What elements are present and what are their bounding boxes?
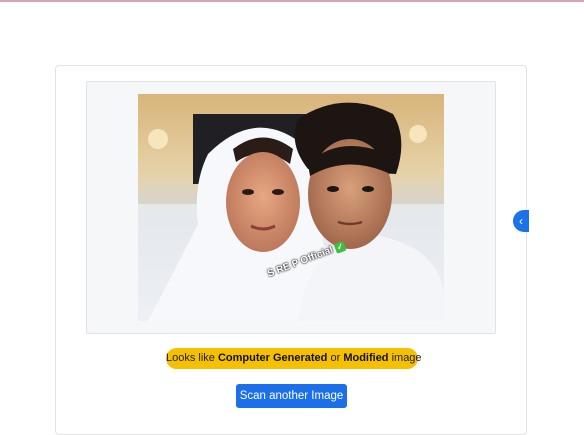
verdict-badge: Looks like Computer Generated or Modifie… [166,348,422,369]
photo-illustration [138,94,444,321]
scan-another-image-button[interactable]: Scan another Image [236,384,347,408]
chevron-left-icon: ‹ [519,214,523,228]
verdict-join: or [327,352,344,364]
verdict-term-computer-generated: Computer Generated [217,352,328,364]
result-card: S RE P Official✓ ‹ Looks like Computer G… [55,65,529,435]
scanned-photo: S RE P Official✓ [138,94,444,321]
top-accent-rule [0,0,584,2]
image-preview-frame: S RE P Official✓ ‹ [86,81,529,334]
verdict-prefix: Looks like [166,352,218,364]
verdict-term-modified: Modified [343,352,389,364]
carousel-prev-button[interactable]: ‹ [513,210,529,232]
verdict-suffix: image [388,352,422,364]
